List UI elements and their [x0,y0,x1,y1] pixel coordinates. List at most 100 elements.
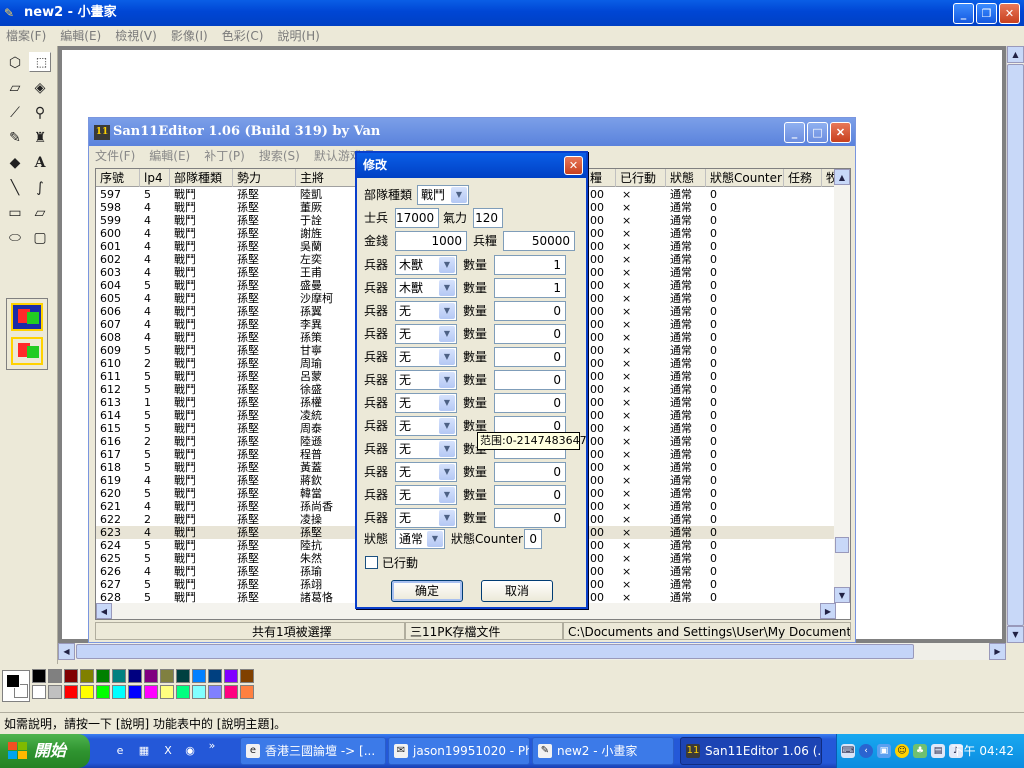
col-header-food[interactable]: 糧 [586,169,616,187]
palette-swatch[interactable] [192,685,206,699]
editor-close-button[interactable]: ✕ [830,122,851,143]
weapon-select[interactable]: 木獸 ▼ [395,278,457,298]
col-header-lp4[interactable]: lp4 [140,169,170,187]
weapon-select[interactable]: 无 ▼ [395,347,457,367]
quantity-input[interactable]: 0 [494,393,566,413]
palette-swatch[interactable] [96,685,110,699]
quantity-input[interactable]: 0 [494,324,566,344]
palette-swatch[interactable] [208,685,222,699]
rectangle-icon[interactable]: ▭ [4,202,26,224]
dialog-close-button[interactable]: ✕ [564,156,583,175]
weapon-select[interactable]: 无 ▼ [395,324,457,344]
polygon-icon[interactable]: ▱ [29,202,51,224]
morale-input[interactable]: 120 [473,208,503,228]
quantity-input[interactable]: 1 [494,278,566,298]
palette-swatch[interactable] [64,669,78,683]
weapon-select[interactable]: 无 ▼ [395,485,457,505]
canvas-vertical-scrollbar[interactable]: ▲ ▼ [1006,46,1024,643]
table-scroll-left-icon[interactable]: ◀ [96,603,112,619]
editor-menu-file[interactable]: 文件(F) [95,146,135,166]
quantity-input[interactable]: 0 [494,508,566,528]
palette-swatch[interactable] [208,669,222,683]
palette-swatch[interactable] [80,685,94,699]
task-editor[interactable]: 11 San11Editor 1.06 (... [680,737,822,765]
menu-help[interactable]: 說明(H) [277,26,319,46]
minimize-button[interactable]: _ [953,3,974,24]
network-icon[interactable]: ▣ [877,744,891,758]
editor-menu-edit[interactable]: 編輯(E) [149,146,190,166]
quantity-input[interactable]: 0 [494,347,566,367]
palette-swatch[interactable] [176,669,190,683]
acted-checkbox[interactable] [365,556,378,569]
current-colors[interactable] [2,670,30,702]
quantity-input[interactable]: 0 [494,462,566,482]
task-paint[interactable]: ✎ new2 - 小畫家 [532,737,674,765]
color-picker-icon[interactable]: ⟋ [4,102,26,124]
menu-edit[interactable]: 編輯(E) [60,26,101,46]
col-header-state[interactable]: 狀態 [666,169,706,187]
pencil-icon[interactable]: ✎ [4,127,26,149]
editor-minimize-button[interactable]: _ [784,122,805,143]
brush-icon[interactable]: ♜ [29,127,51,149]
ellipse-icon[interactable]: ⬭ [4,227,26,249]
palette-swatch[interactable] [160,685,174,699]
weapon-select[interactable]: 无 ▼ [395,508,457,528]
fill-bucket-icon[interactable]: ◈ [29,77,51,99]
palette-swatch[interactable] [176,685,190,699]
palette-swatch[interactable] [96,669,110,683]
users-icon[interactable]: ♣ [913,744,927,758]
tray-arrow-icon[interactable]: ‹ [859,744,873,758]
free-select-icon[interactable]: ⬡ [4,52,26,74]
editor-menu-search[interactable]: 搜索(S) [259,146,300,166]
state-counter-input[interactable]: 0 [524,529,542,549]
col-header-task[interactable]: 任務 [784,169,822,187]
palette-swatch[interactable] [144,685,158,699]
keyboard-icon[interactable]: ⌨ [841,744,855,758]
vertical-thumb[interactable] [1007,64,1024,626]
quicklaunch-excel-icon[interactable]: X [160,743,176,759]
weapon-select[interactable]: 无 ▼ [395,393,457,413]
menu-file[interactable]: 檔案(F) [6,26,46,46]
dialog-title-bar[interactable]: 修改 ✕ [357,153,586,178]
rect-select-icon[interactable]: ⬚ [29,52,51,72]
quantity-input[interactable]: 0 [494,301,566,321]
scroll-down-icon[interactable]: ▼ [1007,626,1024,643]
quicklaunch-app-icon[interactable]: ▦ [136,743,152,759]
clock[interactable]: 下午 04:42 [952,734,1014,768]
col-header-unit-type[interactable]: 部隊種類 [170,169,233,187]
palette-swatch[interactable] [112,685,126,699]
quicklaunch-media-icon[interactable]: ◉ [182,743,198,759]
weapon-select[interactable]: 无 ▼ [395,370,457,390]
col-header-commander[interactable]: 主將 [296,169,356,187]
canvas-horizontal-scrollbar[interactable]: ◀ ▶ [58,643,1006,660]
palette-swatch[interactable] [32,669,46,683]
gold-input[interactable]: 1000 [395,231,467,251]
table-scroll-right-icon[interactable]: ▶ [820,603,836,619]
task-mail[interactable]: ✉ jason19951020 - Ph... [388,737,530,765]
palette-swatch[interactable] [112,669,126,683]
magnifier-icon[interactable]: ⚲ [29,102,51,124]
palette-swatch[interactable] [64,685,78,699]
airbrush-icon[interactable]: ◆ [4,152,26,174]
palette-swatch[interactable] [80,669,94,683]
palette-swatch[interactable] [144,669,158,683]
palette-swatch[interactable] [192,669,206,683]
table-scroll-up-icon[interactable]: ▲ [834,169,850,185]
monitor-icon[interactable]: ▤ [931,744,945,758]
table-vertical-thumb[interactable] [835,537,849,553]
col-header-faction[interactable]: 勢力 [233,169,296,187]
restore-button[interactable]: ❐ [976,3,997,24]
quantity-input[interactable]: 0 [494,485,566,505]
palette-swatch[interactable] [160,669,174,683]
horizontal-thumb[interactable] [76,644,914,659]
col-header-state-counter[interactable]: 狀態Counter [706,169,784,187]
weapon-select[interactable]: 无 ▼ [395,439,457,459]
palette-swatch[interactable] [240,669,254,683]
transparent-option-icon[interactable] [11,337,43,365]
paint-title-bar[interactable]: ✎ new2 - 小畫家 _ ❐ ✕ [0,0,1024,26]
soldiers-input[interactable]: 17000 [395,208,439,228]
col-header-acted[interactable]: 已行動 [616,169,666,187]
palette-swatch[interactable] [48,685,62,699]
table-vertical-scrollbar[interactable]: ▲ ▼ [834,169,850,603]
editor-maximize-button[interactable]: □ [807,122,828,143]
